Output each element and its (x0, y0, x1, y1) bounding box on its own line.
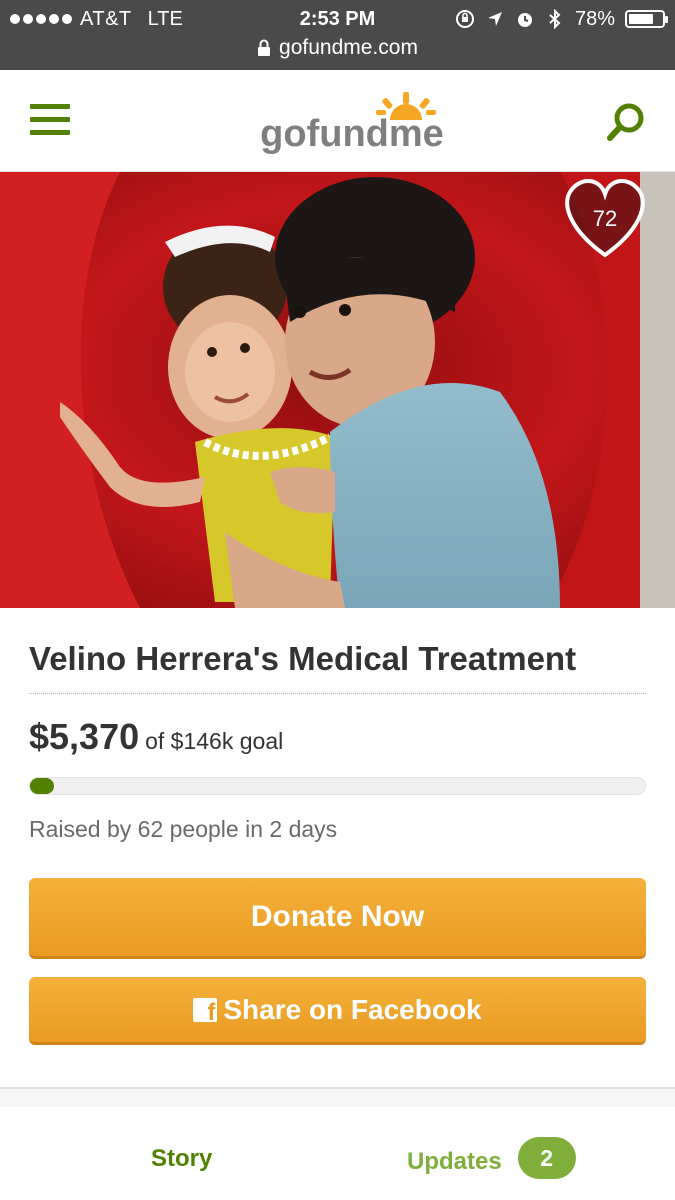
lock-icon (258, 39, 271, 56)
location-arrow-icon (487, 12, 502, 26)
tab-story[interactable]: Story (151, 1145, 212, 1173)
battery-level (629, 14, 654, 24)
status-row: AT&T LTE 2:53 PM 78% (0, 6, 675, 32)
hamburger-menu-button[interactable] (30, 104, 70, 138)
gofundme-logo[interactable]: gofundme (252, 92, 452, 154)
share-facebook-button[interactable]: f Share on Facebook (29, 977, 646, 1045)
progress-bar (29, 777, 646, 795)
section-separator (0, 1087, 675, 1107)
share-label: Share on Facebook (223, 993, 482, 1025)
orientation-lock-icon (455, 10, 474, 28)
tab-updates[interactable]: Updates 2 (407, 1137, 576, 1179)
donate-label: Donate Now (250, 900, 425, 933)
progress-fill (30, 778, 54, 794)
campaign-photo (0, 172, 675, 608)
facebook-icon: f (193, 997, 218, 1024)
battery-icon (625, 10, 668, 28)
hearts-count: 72 (592, 206, 618, 231)
status-right: 78% (455, 6, 668, 32)
donate-now-button[interactable]: Donate Now (29, 878, 646, 959)
search-button[interactable] (604, 100, 648, 144)
site-header: gofundme (0, 70, 675, 172)
battery-percent: 78% (574, 7, 615, 30)
content-tabs: Story Updates 2 (0, 1107, 675, 1200)
campaign-title: Velino Herrera's Medical Treatment (29, 640, 577, 677)
amount-raised: $5,370 of $146k goal (29, 716, 283, 758)
raised-amount: $5,370 (29, 716, 140, 757)
hamburger-icon (30, 104, 70, 109)
search-icon (607, 103, 644, 141)
address-bar[interactable]: gofundme.com (0, 36, 675, 60)
goal-text: of $146k goal (145, 728, 284, 754)
raised-by-text: Raised by 62 people in 2 days (29, 816, 338, 842)
title-divider (29, 693, 646, 694)
bluetooth-icon (549, 9, 561, 29)
status-bar: AT&T LTE 2:53 PM 78% gofundme.com (0, 0, 675, 70)
alarm-icon (517, 13, 532, 27)
updates-count-badge: 2 (517, 1137, 576, 1179)
logo-text: gofundme (260, 113, 444, 154)
tab-updates-label: Updates (407, 1148, 502, 1175)
url-text: gofundme.com (279, 36, 418, 59)
